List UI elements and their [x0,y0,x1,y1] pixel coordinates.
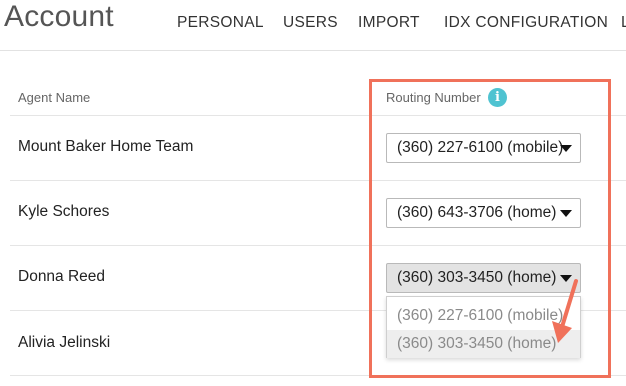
chevron-down-icon [560,210,572,217]
page-title: Account [4,0,114,33]
row-divider [10,115,626,116]
chevron-down-icon [560,145,572,152]
tab-personal[interactable]: PERSONAL [177,14,264,32]
tab-idx-configuration[interactable]: IDX CONFIGURATION [444,14,608,32]
agent-name: Mount Baker Home Team [18,138,194,155]
row-divider [10,245,626,246]
tab-import[interactable]: IMPORT [358,14,420,32]
header-divider [0,50,626,51]
routing-number-value: (360) 227-6100 (mobile) [397,139,564,156]
column-header-agent-name: Agent Name [18,90,91,105]
agent-name: Donna Reed [18,268,106,285]
tab-users[interactable]: USERS [283,14,338,32]
agent-name: Alivia Jelinski [18,334,111,351]
tab-overflow[interactable]: L [621,14,626,32]
routing-number-value: (360) 643-3706 (home) [397,204,557,221]
row-divider [10,375,626,376]
routing-number-value: (360) 303-3450 (home) [397,269,557,286]
routing-number-select[interactable]: (360) 227-6100 (mobile) [386,133,581,163]
agent-name: Kyle Schores [18,203,110,220]
info-icon[interactable]: i [488,88,507,107]
row-divider [10,180,626,181]
arrow-annotation [552,279,578,343]
column-header-routing-number: Routing Number [386,90,481,105]
routing-number-select[interactable]: (360) 643-3706 (home) [386,198,581,228]
